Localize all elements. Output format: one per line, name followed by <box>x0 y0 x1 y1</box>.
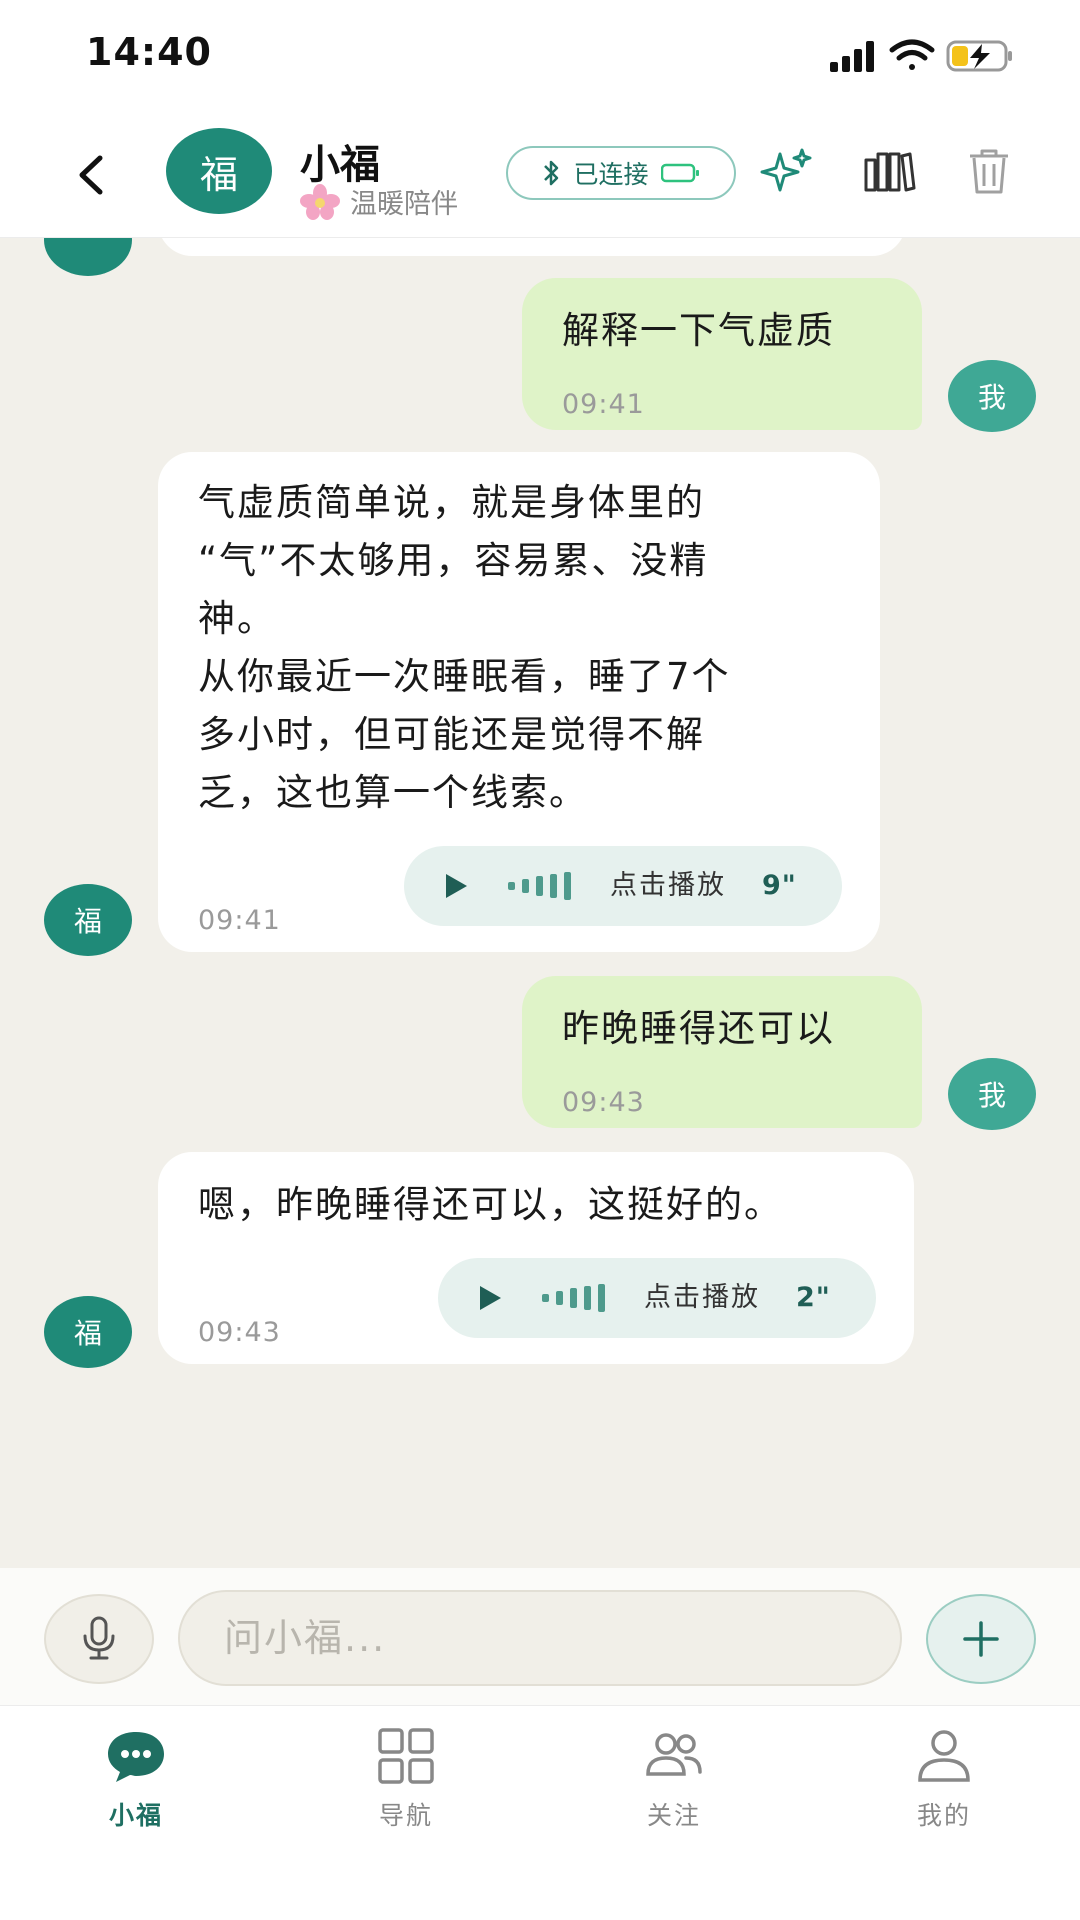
wifi-icon <box>889 39 935 70</box>
battery-icon <box>660 163 699 183</box>
message-time: 09:41 <box>562 389 645 420</box>
chat-bubble-icon <box>108 1732 164 1782</box>
message-time: 09:41 <box>198 905 281 936</box>
sparkle-button[interactable] <box>760 146 814 196</box>
subtitle-text: 温暖陪伴 <box>350 189 458 220</box>
message-line: 乏，这也算一个线索。 <box>198 771 588 814</box>
nav-tab-follow[interactable]: 关注 <box>594 1728 754 1838</box>
bot-message-bubble[interactable]: 气虚质简单说，就是身体里的 “气”不太够用，容易累、没精 神。 从你最近一次睡眠… <box>158 452 880 952</box>
input-bar <box>0 1568 1080 1706</box>
nav-tab-xiaofu[interactable]: 小福 <box>56 1728 216 1838</box>
chat-header: 福 小福 温暖陪伴 已连接 <box>0 110 1080 238</box>
waveform-icon <box>508 872 571 900</box>
chat-area[interactable]: 解释一下气虚质 09:41 我 气虚质简单说，就是身体里的 “气”不太够用，容易… <box>0 238 1080 1568</box>
bot-message-bubble[interactable]: 嗯，昨晚睡得还可以，这挺好的。 09:43 点击播放 2" <box>158 1152 914 1364</box>
nav-tab-profile[interactable]: 我的 <box>864 1728 1024 1838</box>
voice-duration: 2" <box>796 1282 831 1313</box>
assistant-subtitle: 温暖陪伴 <box>300 182 458 221</box>
connection-label: 已连接 <box>573 160 649 189</box>
library-button[interactable] <box>862 146 916 196</box>
bot-avatar: 福 <box>44 1296 132 1368</box>
people-icon <box>646 1733 702 1776</box>
user-message-bubble[interactable]: 昨晚睡得还可以 09:43 <box>522 976 922 1128</box>
plus-icon <box>963 1621 999 1657</box>
nav-label: 小福 <box>108 1801 163 1830</box>
status-icons <box>830 36 1030 76</box>
nav-label: 我的 <box>916 1801 971 1830</box>
message-input[interactable] <box>178 1590 902 1686</box>
play-icon <box>480 1286 501 1310</box>
user-avatar: 我 <box>948 1058 1036 1130</box>
message-text: 气虚质简单说，就是身体里的 “气”不太够用，容易累、没精 神。 从你最近一次睡眠… <box>198 474 858 822</box>
status-time: 14:40 <box>86 30 212 74</box>
bluetooth-icon <box>544 160 559 186</box>
battery-charging-icon <box>946 40 1012 72</box>
bot-avatar <box>44 238 132 276</box>
voice-label: 点击播放 <box>644 1282 760 1313</box>
bottom-nav: 小福 导航 关注 我的 <box>0 1706 1080 1920</box>
message-line: “气”不太够用，容易累、没精 <box>198 539 709 582</box>
previous-message-bubble <box>158 238 906 256</box>
flower-icon <box>300 183 340 220</box>
message-line: 多小时，但可能还是觉得不解 <box>198 713 705 756</box>
voice-label: 点击播放 <box>610 870 726 901</box>
assistant-avatar[interactable]: 福 <box>166 128 272 214</box>
grid-icon <box>378 1728 434 1784</box>
message-line: 气虚质简单说，就是身体里的 <box>198 481 705 524</box>
user-message-bubble[interactable]: 解释一下气虚质 09:41 <box>522 278 922 430</box>
message-line: 神。 <box>198 597 276 640</box>
play-icon <box>446 874 467 898</box>
trash-icon <box>970 149 1008 194</box>
microphone-icon <box>83 1616 115 1660</box>
message-line: 从你最近一次睡眠看，睡了7个 <box>198 655 731 698</box>
signal-icon <box>830 41 874 72</box>
sparkle-icon <box>760 148 812 192</box>
message-time: 09:43 <box>198 1317 281 1348</box>
back-button[interactable] <box>72 150 112 200</box>
library-icon <box>864 152 916 192</box>
nav-tab-navigation[interactable]: 导航 <box>326 1728 486 1838</box>
voice-input-button[interactable] <box>44 1594 154 1684</box>
message-text: 嗯，昨晚睡得还可以，这挺好的。 <box>198 1176 898 1234</box>
waveform-icon <box>542 1284 605 1312</box>
message-text: 解释一下气虚质 <box>562 309 835 352</box>
add-attachment-button[interactable] <box>926 1594 1036 1684</box>
nav-label: 关注 <box>646 1801 701 1830</box>
chevron-left-icon <box>79 155 103 195</box>
bot-avatar: 福 <box>44 884 132 956</box>
status-bar: 14:40 <box>0 0 1080 110</box>
message-line: 嗯，昨晚睡得还可以，这挺好的。 <box>198 1183 783 1226</box>
voice-play-button[interactable]: 点击播放 9" <box>404 846 842 926</box>
voice-duration: 9" <box>762 870 797 901</box>
user-avatar: 我 <box>948 360 1036 432</box>
connection-badge[interactable]: 已连接 <box>506 146 736 200</box>
message-time: 09:43 <box>562 1087 645 1118</box>
delete-button[interactable] <box>962 146 1016 196</box>
nav-label: 导航 <box>378 1801 433 1830</box>
person-icon <box>918 1730 970 1782</box>
message-text: 昨晚睡得还可以 <box>562 1007 835 1050</box>
voice-play-button[interactable]: 点击播放 2" <box>438 1258 876 1338</box>
